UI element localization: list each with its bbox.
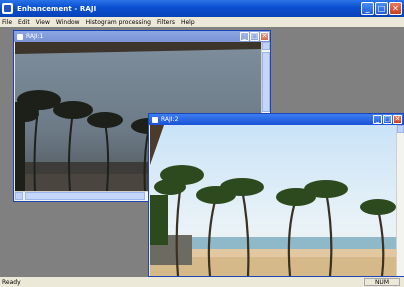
child-window-controls: _ □ ✕ [373, 115, 402, 124]
maximize-button[interactable]: □ [375, 2, 388, 15]
window-controls: _ □ ✕ [361, 2, 402, 15]
child-minimize-button[interactable]: _ [373, 115, 382, 124]
image-icon [17, 33, 23, 40]
child-window-controls: _ □ ✕ [240, 32, 269, 41]
child-maximize-button[interactable]: □ [383, 115, 392, 124]
status-text: Ready [2, 278, 21, 286]
status-bar: Ready NUM [0, 277, 404, 287]
menu-file[interactable]: File [2, 19, 12, 26]
child-close-button[interactable]: ✕ [260, 32, 269, 41]
app-title: Enhancement - RAJI [17, 4, 97, 13]
child-maximize-button[interactable]: □ [250, 32, 259, 41]
title-bar[interactable]: Enhancement - RAJI _ □ ✕ [0, 0, 404, 17]
child-minimize-button[interactable]: _ [240, 32, 249, 41]
child-title-bar[interactable]: RAJI:2 _ □ ✕ [149, 114, 403, 125]
child-window-raji-2[interactable]: RAJI:2 _ □ ✕ [148, 113, 404, 277]
scroll-thumb[interactable] [262, 52, 270, 112]
menu-window[interactable]: Window [56, 19, 80, 26]
menu-filters[interactable]: Filters [157, 19, 175, 26]
scroll-up-arrow[interactable] [262, 42, 270, 50]
child-title-bar[interactable]: RAJI:1 _ □ ✕ [14, 31, 270, 42]
app-icon[interactable] [2, 3, 13, 14]
mdi-client-area: RAJI:1 _ □ ✕ RAJI:2 _ □ ✕ [0, 27, 404, 277]
application-window: Enhancement - RAJI _ □ ✕ File Edit View … [0, 0, 404, 287]
scroll-left-arrow[interactable] [15, 192, 23, 200]
close-button[interactable]: ✕ [389, 2, 402, 15]
menu-help[interactable]: Help [181, 19, 195, 26]
child-close-button[interactable]: ✕ [393, 115, 402, 124]
image-icon [152, 116, 158, 123]
num-lock-indicator: NUM [363, 278, 400, 286]
beach-image-bright [150, 125, 396, 276]
menu-view[interactable]: View [36, 19, 50, 26]
child-title: RAJI:2 [161, 116, 179, 123]
menu-bar: File Edit View Window Histogram processi… [0, 17, 404, 27]
vertical-scrollbar[interactable] [396, 125, 404, 276]
menu-edit[interactable]: Edit [18, 19, 30, 26]
scroll-up-arrow[interactable] [397, 125, 404, 133]
minimize-button[interactable]: _ [361, 2, 374, 15]
scroll-thumb-horizontal[interactable] [25, 192, 145, 200]
image-canvas-raji-2[interactable] [150, 125, 396, 276]
child-title: RAJI:1 [26, 33, 44, 40]
menu-histogram-processing[interactable]: Histogram processing [86, 19, 151, 26]
